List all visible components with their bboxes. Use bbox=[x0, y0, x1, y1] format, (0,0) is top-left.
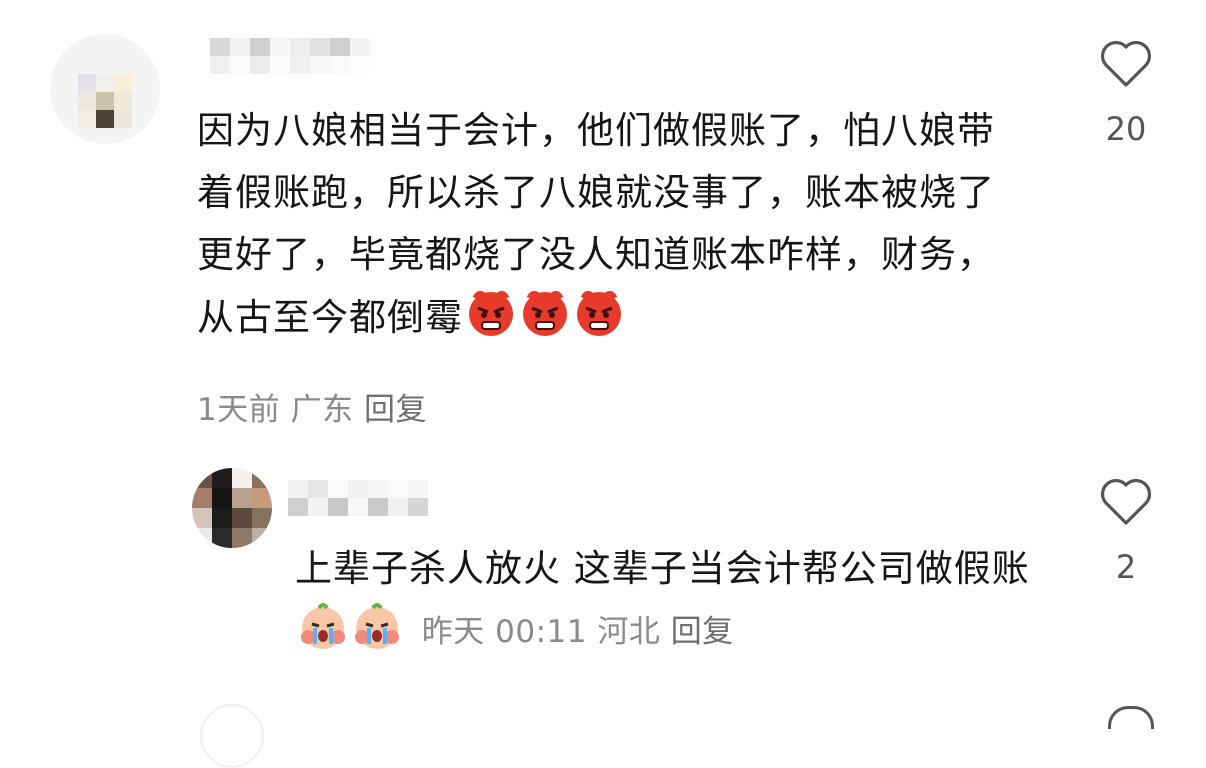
reply-button[interactable]: 回复 bbox=[671, 614, 734, 650]
crying-face-icon bbox=[351, 600, 403, 671]
reply-meta: 昨天 00:11 河北 回复 bbox=[422, 614, 734, 650]
like-button[interactable] bbox=[1086, 38, 1166, 94]
crying-face-icon bbox=[297, 600, 349, 671]
username-blurred[interactable] bbox=[288, 480, 428, 520]
reply-button[interactable]: 回复 bbox=[364, 392, 427, 428]
heart-icon[interactable] bbox=[1108, 706, 1154, 729]
like-count: 2 bbox=[1115, 548, 1137, 586]
comment-location: 广东 bbox=[290, 392, 354, 428]
avatar[interactable] bbox=[192, 468, 272, 548]
username-blurred[interactable] bbox=[210, 38, 370, 78]
comment-text: 因为八娘相当于会计，他们做假账了，怕八娘带着假账跑，所以杀了八娘就没事了，账本被… bbox=[197, 100, 1027, 357]
like-button[interactable] bbox=[1086, 476, 1166, 532]
reply-location: 河北 bbox=[597, 614, 661, 650]
like-count: 20 bbox=[1105, 110, 1147, 148]
angry-face-icon bbox=[519, 286, 571, 357]
avatar[interactable] bbox=[50, 34, 160, 144]
reply-time: 昨天 00:11 bbox=[421, 614, 587, 650]
heart-icon bbox=[1100, 478, 1152, 525]
reply-body: 上辈子杀人放火 这辈子当会计帮公司做假账 bbox=[295, 547, 1030, 590]
reply-text: 上辈子杀人放火 这辈子当会计帮公司做假账 昨天 00:11 河北 回复 bbox=[295, 538, 1045, 671]
angry-face-icon bbox=[465, 286, 517, 357]
comment-meta: 1天前 广东 回复 bbox=[197, 384, 427, 429]
heart-icon bbox=[1100, 40, 1152, 87]
comment-time: 1天前 bbox=[197, 392, 281, 428]
angry-face-icon bbox=[573, 286, 625, 357]
